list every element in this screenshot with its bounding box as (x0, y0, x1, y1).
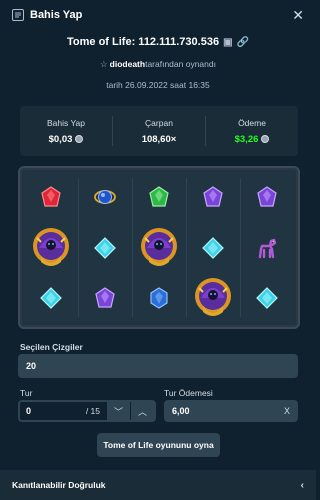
played-by: ☆ diodeathtarafından oynandı (0, 59, 316, 70)
reel-separator (132, 178, 133, 317)
reel-separator (186, 178, 187, 317)
wizard-icon (33, 227, 69, 266)
purple-gem-icon (95, 287, 115, 308)
copy-icon[interactable]: ▣ (223, 37, 232, 48)
modal-title: Bahis Yap (30, 9, 83, 21)
bet-value: $0,03 (48, 133, 73, 145)
coin-icon (75, 135, 84, 143)
multiplier-suffix: X (283, 406, 290, 416)
bet-date: tarih 26.09.2022 saat 16:35 (106, 80, 210, 90)
reel-separator (240, 178, 241, 317)
round-payout-value: 6,00 (172, 406, 190, 416)
chevron-up-icon[interactable]: ︿ (130, 402, 154, 420)
wizard-icon (195, 277, 231, 316)
multiplier-label: Çarpan (145, 117, 173, 128)
provably-fair-bar[interactable]: Kanıtlanabilir Doğruluk ‹ (0, 470, 316, 500)
provably-fair-label: Kanıtlanabilir Doğruluk (12, 480, 106, 490)
lines-label: Seçilen Çizgiler (20, 342, 83, 352)
bet-stats: Bahis Yap $0,03 Çarpan 108,60× Ödeme $3,… (20, 106, 298, 156)
modal-header: Bahis Yap ✕ (0, 0, 316, 30)
payout-value-row: $3,26 (235, 134, 270, 145)
cyan-gem-icon (94, 236, 116, 259)
bet-label: Bahis Yap (47, 117, 85, 128)
cyan-gem-icon (256, 286, 278, 309)
llama-icon (258, 238, 277, 258)
wizard-icon (141, 227, 177, 266)
round-payout-label: Tur Ödemesi (164, 388, 213, 398)
username[interactable]: diodeath (110, 59, 145, 69)
stat-multiplier: Çarpan 108,60× (113, 116, 206, 146)
lines-value: 20 (26, 361, 37, 371)
stat-payout: Ödeme $3,26 (206, 116, 298, 146)
cyan-gem-icon (40, 286, 62, 309)
rounds-max: / 15 (85, 406, 100, 416)
star-icon: ☆ (100, 59, 108, 69)
purple-gem-icon (257, 186, 277, 207)
slot-reels (24, 172, 294, 323)
chevron-left-icon[interactable]: ‹ (301, 480, 304, 491)
blue-orb-icon (94, 190, 116, 205)
cyan-gem-icon (202, 236, 224, 259)
payout-label: Ödeme (238, 117, 266, 128)
close-icon[interactable]: ✕ (292, 8, 304, 22)
blue-gem-icon (150, 287, 168, 309)
coin-icon (261, 135, 270, 143)
played-by-suffix: tarafından oynandı (145, 59, 216, 69)
lines-field: 20 (18, 354, 298, 378)
link-icon[interactable]: 🔗 (237, 37, 249, 48)
stat-bet: Bahis Yap $0,03 (20, 116, 113, 146)
game-title: Tome of Life: 112.111.730.536 (67, 36, 220, 48)
game-title-row: Tome of Life: 112.111.730.536 ▣ 🔗 (0, 36, 316, 48)
rounds-input[interactable]: 0 / 15 ﹀ ︿ (18, 400, 156, 422)
purple-gem-icon (203, 186, 223, 207)
green-gem-icon (149, 186, 169, 207)
rounds-value[interactable]: 0 (20, 406, 86, 416)
chevron-down-icon[interactable]: ﹀ (106, 402, 130, 420)
round-payout-field: 6,00 X (164, 400, 298, 422)
multiplier-value: 108,60× (141, 133, 177, 145)
reel-separator (78, 178, 79, 317)
slot-board (18, 166, 300, 329)
bet-slip-icon (12, 9, 24, 21)
play-game-button[interactable]: Tome of Life oyununu oyna (97, 433, 220, 457)
red-gem-icon (41, 186, 61, 207)
rounds-label: Tur (20, 388, 33, 398)
bet-value-row: $0,03 (49, 134, 84, 145)
payout-value: $3,26 (234, 133, 259, 145)
